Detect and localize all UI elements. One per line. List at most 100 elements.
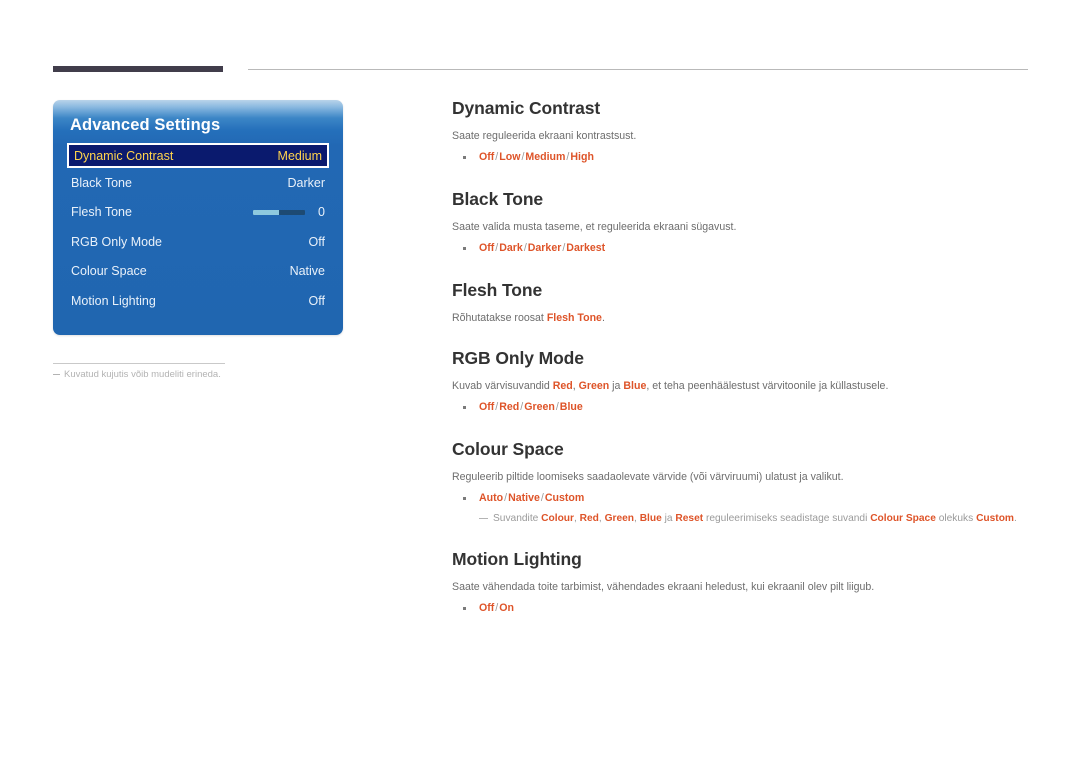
footnote-divider — [53, 363, 225, 364]
osd-row-dynamic-contrast[interactable]: Dynamic Contrast Medium — [67, 143, 329, 168]
section-description: Kuvab värvisuvandid Red, Green ja Blue, … — [452, 379, 1044, 393]
advanced-settings-osd-panel: Advanced Settings Dynamic Contrast Medium… — [53, 100, 343, 335]
osd-row-label: Black Tone — [71, 175, 132, 190]
section-description: Rõhutatakse roosat Flesh Tone. — [452, 311, 1044, 325]
page-root: Advanced Settings Dynamic Contrast Medium… — [0, 0, 1080, 763]
flesh-tone-slider[interactable] — [253, 209, 306, 215]
osd-row-label: Dynamic Contrast — [74, 148, 174, 163]
note-part: Red — [579, 512, 599, 524]
option-list: Off/Low/Medium/High — [452, 150, 1044, 165]
note-part: Reset — [675, 512, 704, 524]
option-value: Off — [479, 401, 495, 414]
osd-row-label: Colour Space — [71, 264, 147, 279]
option-list-item: Off/Low/Medium/High — [452, 150, 1044, 165]
section-heading: Dynamic Contrast — [452, 98, 601, 118]
osd-row-label: RGB Only Mode — [71, 234, 163, 249]
section-heading: Motion Lighting — [452, 548, 582, 569]
footnote-text: Kuvatud kujutis võib mudeliti erineda. — [64, 369, 221, 380]
note-part: ja — [661, 512, 676, 524]
option-value: Blue — [559, 401, 583, 414]
osd-row-label: Flesh Tone — [71, 205, 132, 220]
manual-content: Dynamic Contrast Saate reguleerida ekraan… — [452, 98, 1044, 617]
section-heading: Colour Space — [452, 438, 564, 459]
note-part: Colour Space — [870, 512, 936, 524]
osd-menu-list: Dynamic Contrast Medium Black Tone Darker Fl… — [53, 143, 343, 316]
note-part: Green — [604, 512, 635, 524]
section-note: Suvandite Colour, Red, Green, Blue ja Re… — [452, 512, 1044, 526]
option-value: Darker — [527, 242, 562, 255]
osd-row-value: Off — [308, 293, 325, 308]
note-part: reguleerimiseks seadistage suvandi — [703, 512, 871, 524]
osd-row-flesh-tone[interactable]: Flesh Tone 0 — [71, 198, 325, 228]
note-part: olekuks — [935, 512, 977, 524]
note-part: Suvandite — [493, 512, 542, 524]
desc-part: Red — [552, 380, 573, 393]
desc-part: ja — [609, 380, 624, 393]
option-value: Off — [479, 602, 495, 615]
option-list: Off/Red/Green/Blue — [452, 400, 1044, 415]
option-value: Custom — [544, 492, 585, 505]
desc-part: Flesh Tone — [546, 311, 602, 324]
osd-row-motion-lighting[interactable]: Motion Lighting Off — [71, 286, 325, 316]
header-divider — [248, 69, 1028, 70]
osd-slider-group[interactable]: 0 — [253, 205, 325, 219]
note-dash-icon — [479, 517, 488, 519]
option-value: On — [499, 602, 514, 615]
section-description: Saate reguleerida ekraani kontrastsust. — [452, 130, 637, 143]
osd-panel-title: Advanced Settings — [70, 116, 221, 134]
option-value: Green — [524, 401, 555, 414]
option-value: Auto — [479, 492, 504, 505]
option-list-item: Off/Dark/Darker/Darkest — [452, 241, 1044, 256]
osd-row-value: 0 — [318, 205, 325, 220]
desc-part: Green — [578, 380, 610, 393]
osd-row-label: Motion Lighting — [71, 293, 156, 308]
option-value: Off — [479, 151, 495, 164]
section-description: Saate valida musta taseme, et reguleerid… — [452, 220, 737, 233]
section-dynamic-contrast: Dynamic Contrast Saate reguleerida ekraan… — [452, 98, 1044, 166]
section-black-tone: Black Tone Saate valida musta taseme, et … — [452, 189, 1044, 257]
option-list-item: Off/Red/Green/Blue — [452, 400, 1044, 415]
osd-row-value: Off — [308, 234, 325, 249]
osd-row-black-tone[interactable]: Black Tone Darker — [71, 168, 325, 198]
section-heading: Black Tone — [452, 188, 544, 209]
option-value: Dark — [499, 242, 523, 255]
option-value: Darkest — [566, 242, 606, 255]
option-value: Off — [479, 242, 495, 255]
section-flesh-tone: Flesh Tone Rõhutatakse roosat Flesh Tone. — [452, 280, 1044, 325]
desc-part: Blue — [623, 380, 647, 393]
note-part: Colour — [541, 512, 574, 524]
section-rgb-only-mode: RGB Only Mode Kuvab värvisuvandid Red, Gr… — [452, 348, 1044, 416]
section-description: Saate vähendada toite tarbimist, vähenda… — [452, 580, 875, 593]
header-accent-bar — [53, 66, 223, 72]
desc-part: Rõhutatakse roosat — [452, 311, 547, 324]
slider-fill — [253, 209, 280, 215]
section-description: Reguleerib piltide loomiseks saadaolevat… — [452, 470, 844, 483]
desc-part: . — [601, 311, 605, 324]
footnote: Kuvatud kujutis võib mudeliti erineda. — [53, 369, 221, 380]
desc-part: Kuvab värvisuvandid — [452, 380, 553, 393]
osd-row-rgb-only-mode[interactable]: RGB Only Mode Off — [71, 227, 325, 257]
desc-part: , et teha peenhäälestust värvitoonile ja… — [646, 380, 889, 393]
option-list: Off/Dark/Darker/Darkest — [452, 241, 1044, 256]
option-value: Medium — [525, 151, 566, 164]
section-heading: Flesh Tone — [452, 279, 543, 300]
osd-row-value: Native — [289, 264, 325, 279]
option-list: Off/On — [452, 601, 1044, 616]
option-list-item: Auto/Native/Custom — [452, 491, 1044, 506]
option-value: Low — [499, 151, 521, 164]
option-value: Red — [499, 401, 520, 414]
note-part: Blue — [639, 512, 662, 524]
section-motion-lighting: Motion Lighting Saate vähendada toite tar… — [452, 549, 1044, 617]
option-list-item: Off/On — [452, 601, 1044, 616]
option-list: Auto/Native/Custom — [452, 491, 1044, 506]
option-value: Native — [508, 492, 540, 505]
section-colour-space: Colour Space Reguleerib piltide loomiseks… — [452, 439, 1044, 526]
note-part: . — [1013, 512, 1017, 524]
note-part: Custom — [976, 512, 1014, 524]
osd-row-colour-space[interactable]: Colour Space Native — [71, 257, 325, 287]
